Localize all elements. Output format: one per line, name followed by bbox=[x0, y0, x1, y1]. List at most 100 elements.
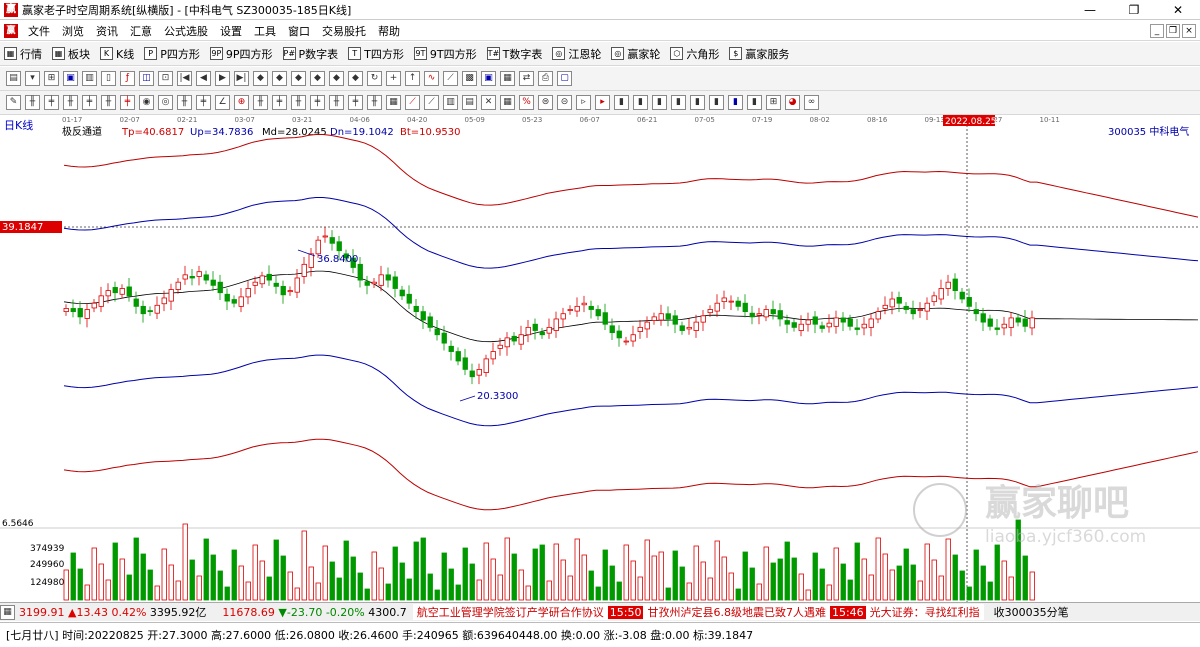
cycle-icon[interactable]: ↻ bbox=[367, 71, 382, 86]
bars-5-icon[interactable]: ▮ bbox=[690, 95, 705, 110]
prev-icon[interactable]: ◀ bbox=[196, 71, 211, 86]
bars-3-icon[interactable]: ▮ bbox=[652, 95, 667, 110]
bars-6-icon[interactable]: ▮ bbox=[709, 95, 724, 110]
target-icon[interactable]: ⊕ bbox=[234, 95, 249, 110]
bar-6-icon[interactable]: ╪ bbox=[120, 95, 135, 110]
speed-2-icon[interactable]: ▸ bbox=[595, 95, 610, 110]
toolbar-item-10[interactable]: ◎ 赢家轮 bbox=[611, 46, 660, 62]
bar-15-icon[interactable]: ╫ bbox=[367, 95, 382, 110]
layout-icon[interactable]: ▤ bbox=[6, 71, 21, 86]
menu-item-9[interactable]: 帮助 bbox=[372, 23, 406, 39]
bars-icon[interactable]: ▮ bbox=[614, 95, 629, 110]
toolbar-item-9[interactable]: ◎ 江恩轮 bbox=[552, 46, 601, 62]
menu-item-0[interactable]: 文件 bbox=[22, 23, 56, 39]
last-icon[interactable]: ▶| bbox=[234, 71, 249, 86]
bar-8-icon[interactable]: ╪ bbox=[196, 95, 211, 110]
news-item-3[interactable]: 光大证券：寻找红利指 bbox=[865, 604, 984, 620]
lock-icon[interactable]: ⊡ bbox=[158, 71, 173, 86]
market-grid-icon[interactable]: ▦ bbox=[0, 604, 15, 620]
toolbar-item-2[interactable]: K K线 bbox=[100, 46, 134, 62]
fib-icon[interactable]: ⟋ bbox=[405, 95, 420, 110]
box-icon[interactable]: ▥ bbox=[443, 95, 458, 110]
kline-chart-area[interactable]: 01-17 02-07 02-21 03-07 03-21 04-06 04-20 05-09… bbox=[0, 115, 1200, 602]
diamond-4-icon[interactable]: ◆ bbox=[310, 71, 325, 86]
arrow-icon[interactable]: ↑ bbox=[405, 71, 420, 86]
print-icon[interactable]: ⎙ bbox=[538, 71, 553, 86]
menu-item-7[interactable]: 窗口 bbox=[282, 23, 316, 39]
toolbar-item-6[interactable]: T T四方形 bbox=[348, 46, 404, 62]
angle-icon[interactable]: ∠ bbox=[215, 95, 230, 110]
menu-item-3[interactable]: 汇意 bbox=[124, 23, 158, 39]
bar-11-icon[interactable]: ╫ bbox=[291, 95, 306, 110]
mdi-restore-icon[interactable]: ❐ bbox=[1166, 23, 1180, 38]
circle-3-icon[interactable]: ⊝ bbox=[557, 95, 572, 110]
bar-3-icon[interactable]: ╫ bbox=[63, 95, 78, 110]
save-icon[interactable]: ▣ bbox=[481, 71, 496, 86]
bar-4-icon[interactable]: ╪ bbox=[82, 95, 97, 110]
circle-1-icon[interactable]: ◉ bbox=[139, 95, 154, 110]
bar-5-icon[interactable]: ╫ bbox=[101, 95, 116, 110]
formula-icon[interactable]: ƒ bbox=[120, 71, 135, 86]
chart-type-icon[interactable]: ▾ bbox=[25, 71, 40, 86]
bar-10-icon[interactable]: ╪ bbox=[272, 95, 287, 110]
next-icon[interactable]: ▶ bbox=[215, 71, 230, 86]
monitor-icon[interactable]: ▢ bbox=[557, 71, 572, 86]
toolbar-item-1[interactable]: ▦ 板块 bbox=[52, 46, 90, 62]
cross-icon[interactable]: ✕ bbox=[481, 95, 496, 110]
index-icon[interactable]: ◫ bbox=[139, 71, 154, 86]
toolbar-item-7[interactable]: 9T 9T四方形 bbox=[413, 46, 477, 62]
bar-13-icon[interactable]: ╫ bbox=[329, 95, 344, 110]
cycle-line-icon[interactable]: ⊜ bbox=[538, 95, 553, 110]
restore-button[interactable]: ❐ bbox=[1112, 0, 1156, 20]
bar-14-icon[interactable]: ╪ bbox=[348, 95, 363, 110]
bars-4-icon[interactable]: ▮ bbox=[671, 95, 686, 110]
pattern-icon[interactable]: ▩ bbox=[462, 71, 477, 86]
table-icon[interactable]: ▦ bbox=[500, 71, 515, 86]
bar-1-icon[interactable]: ╫ bbox=[25, 95, 40, 110]
sz-index-segment[interactable]: 11678.69 ▼-23.70 -0.20% 4300.7 bbox=[212, 606, 406, 619]
mdi-minimize-icon[interactable]: _ bbox=[1150, 23, 1164, 38]
bar-7-icon[interactable]: ╫ bbox=[177, 95, 192, 110]
news-item-2[interactable]: 甘孜州泸定县6.8级地震已致7人遇难 bbox=[643, 604, 830, 620]
bar-12-icon[interactable]: ╪ bbox=[310, 95, 325, 110]
grid-2-icon[interactable]: ⊞ bbox=[766, 95, 781, 110]
minimize-button[interactable]: — bbox=[1068, 0, 1112, 20]
diamond-1-icon[interactable]: ◆ bbox=[253, 71, 268, 86]
fan-icon[interactable]: ⟋ bbox=[443, 71, 458, 86]
table-2-icon[interactable]: ▦ bbox=[500, 95, 515, 110]
percent-icon[interactable]: % bbox=[519, 95, 534, 110]
grid-icon[interactable]: ⊞ bbox=[44, 71, 59, 86]
bars-7-icon[interactable]: ▮ bbox=[728, 95, 743, 110]
grid-lines-icon[interactable]: ▦ bbox=[386, 95, 401, 110]
bar-2-icon[interactable]: ╪ bbox=[44, 95, 59, 110]
bars-8-icon[interactable]: ▮ bbox=[747, 95, 762, 110]
close-button[interactable]: ✕ bbox=[1156, 0, 1200, 20]
menu-item-8[interactable]: 交易股托 bbox=[316, 23, 372, 39]
diamond-6-icon[interactable]: ◆ bbox=[348, 71, 363, 86]
news-item-1[interactable]: 航空工业管理学院签订产学研合作协议 bbox=[412, 604, 608, 620]
candle-icon[interactable]: ▯ bbox=[101, 71, 116, 86]
plus-icon[interactable]: + bbox=[386, 71, 401, 86]
menu-item-4[interactable]: 公式选股 bbox=[158, 23, 214, 39]
diamond-5-icon[interactable]: ◆ bbox=[329, 71, 344, 86]
first-icon[interactable]: |◀ bbox=[177, 71, 192, 86]
menu-app-icon[interactable]: 赢 bbox=[4, 23, 18, 38]
circle-2-icon[interactable]: ◎ bbox=[158, 95, 173, 110]
menu-item-5[interactable]: 设置 bbox=[214, 23, 248, 39]
pencil-icon[interactable]: ✎ bbox=[6, 95, 21, 110]
speed-icon[interactable]: ▹ bbox=[576, 95, 591, 110]
channel-icon[interactable]: ▤ bbox=[462, 95, 477, 110]
toolbar-item-0[interactable]: ▦ 行情 bbox=[4, 46, 42, 62]
toolbar-item-3[interactable]: P P四方形 bbox=[144, 46, 200, 62]
toolbar-item-4[interactable]: 9P 9P四方形 bbox=[209, 46, 273, 62]
sh-index-segment[interactable]: 3199.91 ▲13.43 0.42% 3395.92亿 bbox=[15, 604, 206, 620]
wave-icon[interactable]: ∿ bbox=[424, 71, 439, 86]
chart-icon[interactable]: ▥ bbox=[82, 71, 97, 86]
toolbar-item-12[interactable]: $ 赢家服务 bbox=[729, 46, 789, 62]
fan-line-icon[interactable]: ⟋ bbox=[424, 95, 439, 110]
kline-chart-svg[interactable]: 01-17 02-07 02-21 03-07 03-21 04-06 04-20 05-09… bbox=[0, 115, 1200, 602]
menu-item-6[interactable]: 工具 bbox=[248, 23, 282, 39]
menu-item-1[interactable]: 浏览 bbox=[56, 23, 90, 39]
bars-2-icon[interactable]: ▮ bbox=[633, 95, 648, 110]
pie-icon[interactable]: ◕ bbox=[785, 95, 800, 110]
